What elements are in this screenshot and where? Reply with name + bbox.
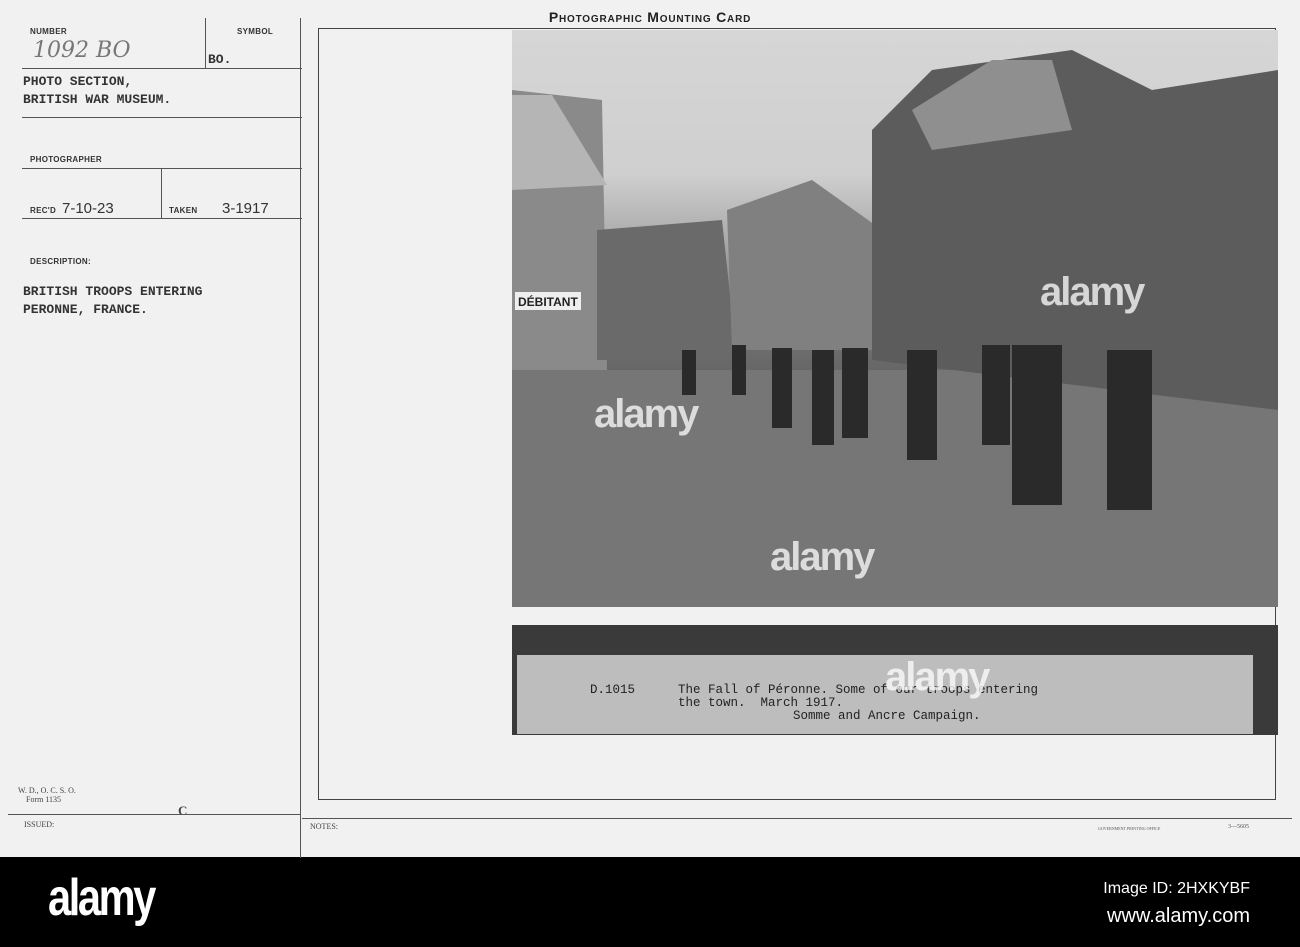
watermark: alamy <box>594 392 699 436</box>
rule <box>22 168 302 169</box>
divider <box>205 18 206 68</box>
alamy-url[interactable]: www.alamy.com <box>1107 905 1250 928</box>
ruined-building <box>597 220 737 360</box>
rule <box>22 117 302 118</box>
street-scene: DÉBITANT <box>512 50 1278 607</box>
caption-line-3: Somme and Ancre Campaign. <box>793 709 981 723</box>
form-line-2: Form 1135 <box>26 795 62 804</box>
printer: GOVERNMENT PRINTING OFFICE <box>1098 826 1161 831</box>
mounting-card: Photographic Mounting Card NUMBER 1092 B… <box>0 0 1300 858</box>
watermark: alamy <box>770 535 875 579</box>
image-id: Image ID: 2HXKYBF <box>1103 880 1250 897</box>
caption-box: D.1015 The Fall of Péronne. Some of our … <box>517 655 1253 734</box>
divider <box>161 168 162 218</box>
recd-label: REC'D <box>30 206 57 215</box>
rule <box>8 814 300 815</box>
source-line-1: PHOTO SECTION, <box>23 74 133 89</box>
photographer-label: PHOTOGRAPHER <box>30 155 102 164</box>
symbol-value: BO. <box>208 52 232 67</box>
number-value: 1092 BO <box>33 38 131 63</box>
card-title: Photographic Mounting Card <box>548 9 752 25</box>
ruined-building <box>727 180 882 350</box>
alamy-logo: alamy <box>48 869 156 927</box>
description-line-2: PERONNE, FRANCE. <box>23 302 148 317</box>
recd-value: 7-10-23 <box>62 200 114 217</box>
rule <box>302 818 1292 819</box>
notes-label: NOTES: <box>310 822 338 831</box>
photograph: DÉBITANT alamy alamy alamy <box>512 30 1278 607</box>
divider <box>300 18 301 858</box>
source-line-2: BRITISH WAR MUSEUM. <box>23 92 172 107</box>
description-line-1: BRITISH TROOPS ENTERING <box>23 284 203 299</box>
rule <box>22 218 302 219</box>
issued-label: ISSUED: <box>24 820 55 829</box>
caption-id: D.1015 <box>590 683 636 697</box>
mark: C <box>178 803 188 818</box>
taken-value: 3-1917 <box>222 200 269 217</box>
symbol-label: SYMBOL <box>237 27 274 36</box>
description-label: DESCRIPTION: <box>30 257 91 266</box>
caption-line-2: the town. March 1917. <box>678 696 844 710</box>
rule <box>22 68 302 69</box>
form-line-1: W. D., O. C. S. O. <box>18 786 76 795</box>
printer-code: 3—5605 <box>1228 824 1249 830</box>
watermark: alamy <box>1040 270 1145 314</box>
taken-label: TAKEN <box>169 206 198 215</box>
watermark: alamy <box>885 655 990 699</box>
shop-sign: DÉBITANT <box>518 294 578 309</box>
number-label: NUMBER <box>30 27 67 36</box>
